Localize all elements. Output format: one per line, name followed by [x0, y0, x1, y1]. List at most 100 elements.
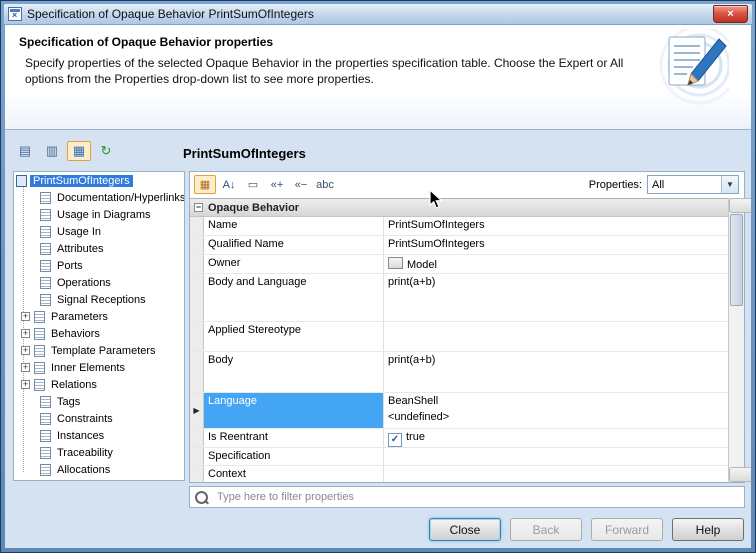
- tree-item-attributes[interactable]: Attributes: [14, 240, 184, 257]
- expand-icon[interactable]: +: [21, 312, 30, 321]
- element-icon: [40, 277, 51, 289]
- property-name: Context: [204, 466, 384, 482]
- row-marker: [190, 236, 204, 254]
- abc-edit-icon[interactable]: abc: [314, 175, 336, 194]
- scrollbar-thumb[interactable]: [730, 214, 743, 306]
- tree-item-constraints[interactable]: Constraints: [14, 410, 184, 427]
- property-value[interactable]: BeanShell<undefined>: [384, 393, 728, 428]
- property-row-owner[interactable]: OwnerModel: [190, 255, 728, 274]
- filter-box[interactable]: [189, 486, 745, 508]
- element-icon: [40, 396, 51, 408]
- property-row-is-reentrant[interactable]: Is Reentrant✓true: [190, 429, 728, 448]
- tree-item-inner-elements[interactable]: + Inner Elements: [14, 359, 184, 376]
- element-icon: [40, 226, 51, 238]
- chevron-down-icon[interactable]: ▼: [721, 176, 738, 193]
- refresh-icon[interactable]: ↻: [94, 141, 118, 161]
- property-row-body[interactable]: Bodyprint(a+b): [190, 352, 728, 393]
- tree-item-relations[interactable]: +Relations: [14, 376, 184, 393]
- property-value[interactable]: [384, 322, 728, 351]
- collapse-icon[interactable]: −: [194, 203, 203, 212]
- property-value[interactable]: ✓true: [384, 429, 728, 447]
- expand-icon[interactable]: +: [21, 346, 30, 355]
- remove-stereotype-icon[interactable]: «−: [290, 175, 312, 194]
- property-name: Owner: [204, 255, 384, 273]
- tree-item-allocations[interactable]: Allocations: [14, 461, 184, 478]
- close-icon[interactable]: ×: [713, 5, 748, 23]
- scroll-up-icon[interactable]: ▲: [729, 198, 751, 213]
- property-value[interactable]: [384, 448, 728, 465]
- property-row-specification[interactable]: Specification: [190, 448, 728, 466]
- title-bar[interactable]: Specification of Opaque Behavior PrintSu…: [4, 4, 752, 24]
- back-button[interactable]: Back: [510, 518, 582, 541]
- close-button[interactable]: Close: [429, 518, 501, 541]
- tree-item-traceability[interactable]: Traceability: [14, 444, 184, 461]
- tree-item-label: Allocations: [54, 464, 113, 476]
- show-description-area-icon[interactable]: ▭: [242, 175, 264, 194]
- tree-item-tags[interactable]: Tags: [14, 393, 184, 410]
- tree-view-icon[interactable]: ▥: [40, 141, 64, 161]
- properties-panel: ▦A↓▭«+«−abc Properties: All ▼ − Opaque B…: [189, 171, 745, 483]
- property-row-context[interactable]: Context: [190, 466, 728, 482]
- property-row-name[interactable]: NamePrintSumOfIntegers: [190, 217, 728, 236]
- properties-table: − Opaque Behavior NamePrintSumOfIntegers…: [190, 198, 728, 482]
- property-value[interactable]: PrintSumOfIntegers: [384, 217, 728, 235]
- tree-item-behaviors[interactable]: +Behaviors: [14, 325, 184, 342]
- tree-item-usage-in[interactable]: Usage In: [14, 223, 184, 240]
- tree-item-template-parameters[interactable]: +Template Parameters: [14, 342, 184, 359]
- property-value[interactable]: PrintSumOfIntegers: [384, 236, 728, 254]
- vertical-scrollbar[interactable]: ▲ ▼: [728, 198, 744, 482]
- tree-spacer: [28, 448, 39, 457]
- property-value[interactable]: Model: [384, 255, 728, 273]
- scroll-down-icon[interactable]: ▼: [729, 467, 751, 482]
- expand-icon[interactable]: +: [21, 380, 30, 389]
- element-icon: [40, 209, 51, 221]
- element-icon: [34, 345, 45, 357]
- property-value[interactable]: print(a+b): [384, 274, 728, 321]
- property-row-qualified-name[interactable]: Qualified NamePrintSumOfIntegers: [190, 236, 728, 255]
- tree-item-label: Ports: [54, 260, 86, 272]
- forward-button[interactable]: Forward: [591, 518, 663, 541]
- tree-item-label: Inner Elements: [48, 362, 128, 374]
- tree-item-operations[interactable]: Operations: [14, 274, 184, 291]
- property-value[interactable]: [384, 466, 728, 482]
- tree-spacer: [28, 295, 39, 304]
- properties-mode-value: All: [648, 179, 721, 191]
- tree-item-label: PrintSumOfIntegers: [30, 175, 133, 187]
- behavior-icon: [16, 175, 27, 187]
- property-row-body-and-language[interactable]: Body and Languageprint(a+b): [190, 274, 728, 322]
- checkbox-icon[interactable]: ✓: [388, 433, 402, 447]
- property-value[interactable]: print(a+b): [384, 352, 728, 392]
- expand-icon[interactable]: +: [21, 363, 30, 372]
- tree-item-label: Parameters: [48, 311, 111, 323]
- group-by-category-icon[interactable]: ▦: [194, 175, 216, 194]
- tree-item-signal-receptions[interactable]: Signal Receptions: [14, 291, 184, 308]
- filter-input[interactable]: [215, 490, 739, 504]
- property-value-line2: <undefined>: [388, 411, 724, 423]
- section-header[interactable]: − Opaque Behavior: [190, 199, 728, 217]
- property-name: Applied Stereotype: [204, 322, 384, 351]
- element-icon: [34, 328, 45, 340]
- properties-mode-select[interactable]: All ▼: [647, 175, 739, 194]
- containment-tree-icon[interactable]: ▦: [67, 141, 91, 161]
- tree-item-ports[interactable]: Ports: [14, 257, 184, 274]
- tree-item-usage-in-diagrams[interactable]: Usage in Diagrams: [14, 206, 184, 223]
- tree-item-parameters[interactable]: + Parameters: [14, 308, 184, 325]
- tree-item-label: Operations: [54, 277, 114, 289]
- property-row-applied-stereotype[interactable]: Applied Stereotype: [190, 322, 728, 352]
- tree-item-documentation-hyperlinks[interactable]: Documentation/Hyperlinks: [14, 189, 184, 206]
- property-row-language[interactable]: ▶LanguageBeanShell<undefined>: [190, 393, 728, 429]
- header-title: Specification of Opaque Behavior propert…: [19, 35, 273, 49]
- tree-panel: PrintSumOfIntegers Documentation/Hyperlin…: [13, 171, 185, 481]
- tree-item-label: Usage In: [54, 226, 104, 238]
- row-marker: ▶: [190, 393, 204, 428]
- form-view-icon[interactable]: ▤: [13, 141, 37, 161]
- properties-label: Properties:: [589, 179, 642, 191]
- tree-item-printsumofintegers[interactable]: PrintSumOfIntegers: [14, 172, 184, 189]
- help-button[interactable]: Help: [672, 518, 744, 541]
- add-stereotype-icon[interactable]: «+: [266, 175, 288, 194]
- expand-icon[interactable]: +: [21, 329, 30, 338]
- sort-alphabetically-icon[interactable]: A↓: [218, 175, 240, 194]
- tree-item-label: Signal Receptions: [54, 294, 149, 306]
- tree-item-instances[interactable]: Instances: [14, 427, 184, 444]
- element-icon: [40, 464, 51, 476]
